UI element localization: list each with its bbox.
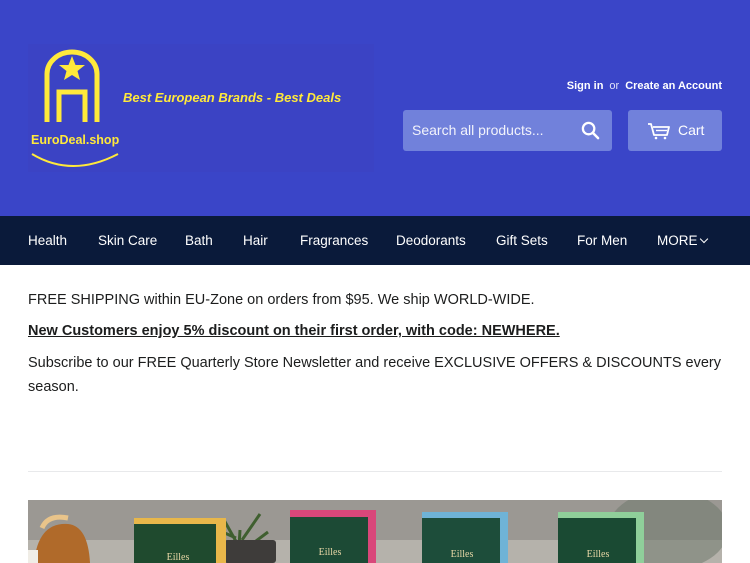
tagline: Best European Brands - Best Deals [123, 90, 342, 105]
or-text: or [609, 80, 620, 92]
discount-link[interactable]: New Customers enjoy 5% discount on their… [28, 321, 722, 341]
nav-item-for-men[interactable]: For Men [577, 233, 627, 248]
newsletter-text: Subscribe to our FREE Quarterly Store Ne… [28, 355, 722, 395]
star-arch-logo-icon [31, 49, 119, 167]
cart-button[interactable]: Cart [628, 110, 722, 151]
cart-icon [648, 123, 670, 140]
hero-banner[interactable]: Eilles Eilles Eilles Eilles [28, 500, 722, 563]
search-input[interactable]: Search all products... [412, 122, 544, 138]
logo-name: EuroDeal.shop [31, 133, 120, 147]
banner-brand: Eilles [587, 549, 610, 560]
search-bar[interactable]: Search all products... [403, 110, 612, 151]
sign-in-link[interactable]: Sign in [567, 80, 604, 92]
nav-item-gift-sets[interactable]: Gift Sets [496, 233, 548, 248]
nav-item-bath[interactable]: Bath [185, 233, 213, 248]
banner-brand: Eilles [319, 547, 342, 558]
shipping-text: FREE SHIPPING within EU-Zone on orders f… [28, 292, 535, 308]
nav-item-fragrances[interactable]: Fragrances [300, 233, 368, 248]
nav-item-hair[interactable]: Hair [243, 233, 268, 248]
cart-label: Cart [678, 122, 705, 138]
search-icon[interactable] [581, 121, 600, 140]
nav-item-more[interactable]: MORE [657, 233, 708, 248]
nav-item-skin-care[interactable]: Skin Care [98, 233, 157, 248]
product-box: Eilles [134, 518, 226, 563]
product-box: Eilles [290, 510, 376, 563]
banner-brand: Eilles [451, 549, 474, 560]
product-box: Eilles [422, 512, 508, 563]
more-label: MORE [657, 233, 698, 248]
product-box: Eilles [558, 512, 644, 563]
nav-item-deodorants[interactable]: Deodorants [396, 233, 466, 248]
account-links: Sign in or Create an Account [567, 80, 722, 92]
banner-brand: Eilles [167, 552, 190, 563]
site-header: EuroDeal.shop Best European Brands - Bes… [0, 0, 750, 216]
create-account-link[interactable]: Create an Account [625, 80, 722, 92]
hero-banner-image: Eilles Eilles Eilles Eilles [28, 500, 722, 563]
logo[interactable]: EuroDeal.shop Best European Brands - Bes… [28, 44, 374, 172]
main-nav: Health Skin Care Bath Hair Fragrances De… [0, 216, 750, 265]
divider [28, 471, 722, 472]
announcement: FREE SHIPPING within EU-Zone on orders f… [28, 290, 722, 399]
nav-item-health[interactable]: Health [28, 233, 67, 248]
chevron-down-icon [699, 234, 708, 243]
